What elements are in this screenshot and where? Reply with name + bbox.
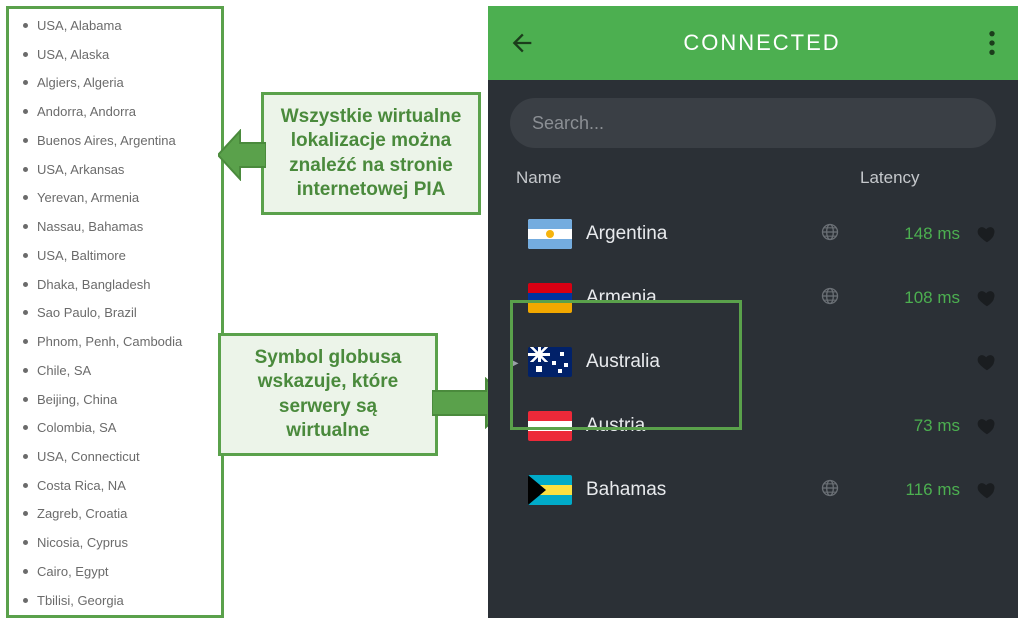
location-item: Tbilisi, Georgia bbox=[23, 592, 213, 610]
search-wrap: Search... bbox=[488, 80, 1018, 162]
server-latency: 116 ms bbox=[880, 480, 960, 500]
location-item: Colombia, SA bbox=[23, 419, 213, 437]
search-placeholder: Search... bbox=[532, 113, 604, 134]
heart-icon bbox=[976, 351, 998, 373]
flag-argentina bbox=[528, 219, 572, 249]
location-item: Dhaka, Bangladesh bbox=[23, 276, 213, 294]
location-item: Algiers, Algeria bbox=[23, 74, 213, 92]
server-latency: 108 ms bbox=[880, 288, 960, 308]
column-name-header: Name bbox=[516, 168, 860, 188]
location-item: USA, Connecticut bbox=[23, 448, 213, 466]
server-latency: 148 ms bbox=[880, 224, 960, 244]
location-item: USA, Baltimore bbox=[23, 247, 213, 265]
globe-icon bbox=[820, 222, 840, 242]
back-arrow-icon bbox=[508, 29, 536, 57]
favorite-button[interactable] bbox=[976, 415, 998, 437]
virtual-indicator bbox=[820, 286, 840, 311]
location-item: Nassau, Bahamas bbox=[23, 218, 213, 236]
flag-armenia bbox=[528, 283, 572, 313]
heart-icon bbox=[976, 287, 998, 309]
arrow-left-icon bbox=[218, 129, 266, 181]
location-item: Chile, SA bbox=[23, 362, 213, 380]
vertical-dots-icon bbox=[988, 29, 996, 57]
location-item: Phnom, Penh, Cambodia bbox=[23, 333, 213, 351]
heart-icon bbox=[976, 479, 998, 501]
virtual-indicator bbox=[820, 478, 840, 503]
favorite-button[interactable] bbox=[976, 479, 998, 501]
flag-bahamas bbox=[528, 475, 572, 505]
server-row-australia[interactable]: ▸ Australia bbox=[488, 330, 1018, 394]
virtual-indicator bbox=[820, 222, 840, 247]
server-list: Argentina 148 ms Armenia 108 ms ▸ Australia Au… bbox=[488, 202, 1018, 618]
favorite-button[interactable] bbox=[976, 223, 998, 245]
server-name: Argentina bbox=[586, 223, 820, 245]
location-item: Yerevan, Armenia bbox=[23, 189, 213, 207]
server-row-austria[interactable]: Austria 73 ms bbox=[488, 394, 1018, 458]
location-item: Cairo, Egypt bbox=[23, 563, 213, 581]
favorite-button[interactable] bbox=[976, 287, 998, 309]
search-input[interactable]: Search... bbox=[510, 98, 996, 148]
location-item: USA, Arkansas bbox=[23, 161, 213, 179]
menu-button[interactable] bbox=[988, 29, 996, 57]
back-button[interactable] bbox=[508, 29, 536, 57]
server-latency: 73 ms bbox=[880, 416, 960, 436]
server-row-argentina[interactable]: Argentina 148 ms bbox=[488, 202, 1018, 266]
callout-text: Symbol globusa wskazuje, które serwery s… bbox=[255, 347, 402, 441]
favorite-button[interactable] bbox=[976, 351, 998, 373]
globe-icon bbox=[820, 478, 840, 498]
virtual-locations-list-panel: USA, Alabama USA, Alaska Algiers, Algeria A… bbox=[6, 6, 224, 618]
server-name: Bahamas bbox=[586, 479, 820, 501]
column-latency-header: Latency bbox=[860, 168, 990, 188]
pia-app-window: CONNECTED Search... Name Latency Argenti… bbox=[488, 6, 1018, 618]
location-item: Costa Rica, NA bbox=[23, 477, 213, 495]
location-item: Andorra, Andorra bbox=[23, 103, 213, 121]
server-name: Armenia bbox=[586, 287, 820, 309]
column-headers: Name Latency bbox=[488, 162, 1018, 202]
server-name: Australia bbox=[586, 351, 820, 373]
expand-caret[interactable]: ▸ bbox=[506, 354, 524, 371]
location-item: Nicosia, Cyprus bbox=[23, 534, 213, 552]
callout-website-locations: Wszystkie wirtualne lokalizacje można zn… bbox=[261, 92, 481, 215]
virtual-locations-list: USA, Alabama USA, Alaska Algiers, Algeria A… bbox=[23, 17, 213, 609]
connection-status: CONNECTED bbox=[536, 30, 988, 56]
location-item: Beijing, China bbox=[23, 391, 213, 409]
callout-globe-symbol: Symbol globusa wskazuje, które serwery s… bbox=[218, 333, 438, 456]
server-name: Austria bbox=[586, 415, 820, 437]
location-item: Zagreb, Croatia bbox=[23, 505, 213, 523]
server-row-armenia[interactable]: Armenia 108 ms bbox=[488, 266, 1018, 330]
heart-icon bbox=[976, 415, 998, 437]
location-item: USA, Alaska bbox=[23, 46, 213, 64]
location-item: Buenos Aires, Argentina bbox=[23, 132, 213, 150]
heart-icon bbox=[976, 223, 998, 245]
app-header: CONNECTED bbox=[488, 6, 1018, 80]
globe-icon bbox=[820, 286, 840, 306]
location-item: Sao Paulo, Brazil bbox=[23, 304, 213, 322]
callout-text: Wszystkie wirtualne lokalizacje można zn… bbox=[281, 106, 462, 200]
server-row-bahamas[interactable]: Bahamas 116 ms bbox=[488, 458, 1018, 522]
flag-australia bbox=[528, 347, 572, 377]
location-item: USA, Alabama bbox=[23, 17, 213, 35]
flag-austria bbox=[528, 411, 572, 441]
